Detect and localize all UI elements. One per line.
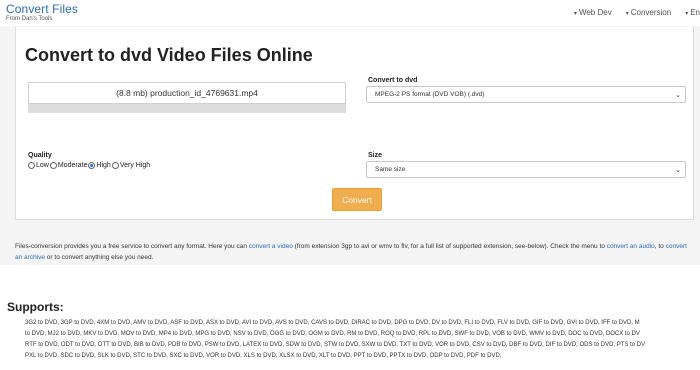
quality-radio-group: Low Moderate High Very High <box>28 162 151 169</box>
top-navbar: Convert Files From Dan's Tools ▾ Web Dev … <box>0 0 700 26</box>
radio-high[interactable] <box>88 162 96 169</box>
page-title: Convert to dvd Video Files Online <box>25 45 313 65</box>
convert-audio-link[interactable]: convert an audio <box>607 243 655 250</box>
quality-option-low[interactable]: Low <box>28 162 49 169</box>
convert-video-link[interactable]: convert a video <box>249 243 293 250</box>
quality-option-label: High <box>96 162 111 169</box>
radio-very-high[interactable] <box>111 162 119 169</box>
file-name: (8.8 mb) production_id_4769631.mp4 <box>116 88 258 98</box>
nav-item-label: Conversion <box>630 8 672 17</box>
quality-option-label: Very High <box>119 162 151 169</box>
upload-progress-fill <box>28 104 346 113</box>
info-text: Files-conversion provides you a free ser… <box>15 243 249 250</box>
supports-line: to DVD, MJ2 to DVD, MKV to DVD, MOV to D… <box>25 331 640 337</box>
selected-file-box[interactable]: (8.8 mb) production_id_4769631.mp4 <box>28 82 346 104</box>
nav-item-web-dev[interactable]: ▾ Web Dev <box>574 8 612 17</box>
format-label: Convert to dvd <box>368 77 418 84</box>
chevron-down-icon: ⌄ <box>675 92 681 99</box>
info-text: , to <box>654 243 666 250</box>
nav-item-label: En <box>690 8 700 17</box>
format-select-value: MPEG-2 PS format (DVD VOB) (.dvd) <box>375 91 485 98</box>
nav-links: ▾ Web Dev ▾ Conversion ▾ En <box>574 8 700 17</box>
radio-low[interactable] <box>28 162 35 169</box>
supports-list: 3G2 to DVD, 3GP to DVD, 4XM to DVD, AMV … <box>25 318 700 362</box>
quality-label: Quality <box>28 152 52 159</box>
size-select-value: Same size <box>375 166 406 173</box>
info-text: (from extension 3gp to avi or wmv to flv… <box>292 243 607 250</box>
supports-line: 3G2 to DVD, 3GP to DVD, 4XM to DVD, AMV … <box>25 320 640 326</box>
nav-item-label: Web Dev <box>578 8 612 17</box>
caret-down-icon: ▾ <box>573 11 577 17</box>
supports-line: PXL to DVD, SDC to DVD, SLK to DVD, STC … <box>25 353 502 359</box>
radio-moderate[interactable] <box>49 162 57 169</box>
nav-item-language[interactable]: ▾ En <box>685 8 700 17</box>
info-paragraph: Files-conversion provides you a free ser… <box>15 241 695 263</box>
upload-progress-bar <box>28 104 346 113</box>
format-select[interactable]: MPEG-2 PS format (DVD VOB) (.dvd) ⌄ <box>366 86 686 103</box>
convert-button[interactable]: Convert <box>332 188 382 211</box>
quality-option-label: Low <box>36 162 49 169</box>
size-label: Size <box>368 152 383 159</box>
caret-down-icon: ▾ <box>625 11 629 17</box>
info-text: or to convert anything else you need. <box>45 254 154 261</box>
quality-option-very-high[interactable]: Very High <box>111 162 151 169</box>
brand-subtitle: From Dan's Tools <box>6 16 53 22</box>
chevron-down-icon: ⌄ <box>675 167 681 174</box>
brand-logo[interactable]: Convert Files From Dan's Tools <box>6 3 78 22</box>
quality-option-moderate[interactable]: Moderate <box>49 162 88 169</box>
quality-option-high[interactable]: High <box>88 162 111 169</box>
caret-down-icon: ▾ <box>685 11 689 17</box>
supports-title: Supports: <box>7 300 64 314</box>
supports-line: RTF to DVD, ODT to DVD, OTT to DVD, BIB … <box>25 342 646 348</box>
nav-item-conversion[interactable]: ▾ Conversion <box>626 8 671 17</box>
quality-option-label: Moderate <box>57 162 88 169</box>
size-select[interactable]: Same size ⌄ <box>366 161 686 178</box>
brand-title: Convert Files <box>6 2 78 16</box>
